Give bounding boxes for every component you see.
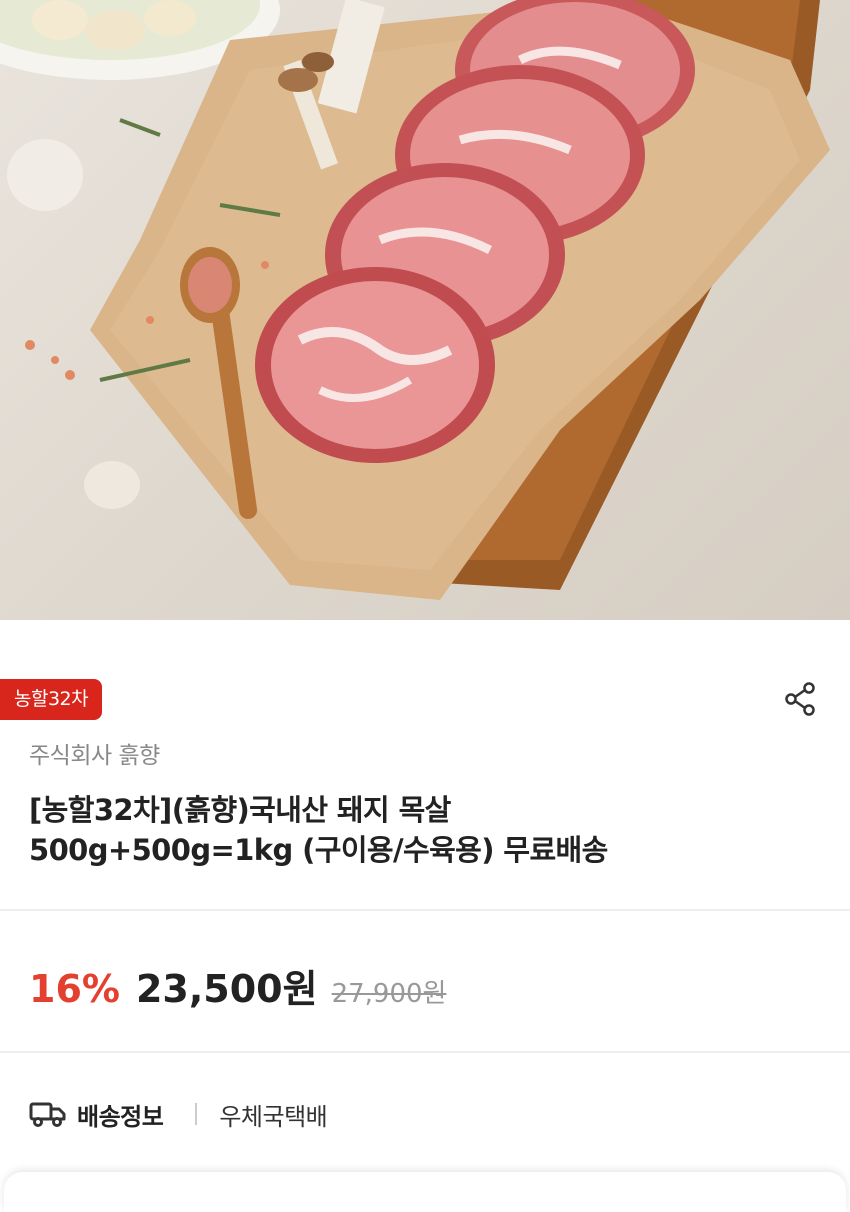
share-icon xyxy=(785,682,815,716)
shipping-label: 배송정보 xyxy=(77,1102,164,1131)
promo-badge: 농할32차 xyxy=(0,679,103,720)
divider xyxy=(0,909,850,911)
discount-rate: 16% xyxy=(29,967,120,1011)
shipping-info: 배송정보 우체국택배 xyxy=(29,1094,328,1134)
shipping-carrier: 우체국택배 xyxy=(219,1102,328,1131)
divider xyxy=(0,1051,850,1053)
share-button[interactable] xyxy=(782,680,820,718)
seller-name[interactable]: 주식회사 흙향 xyxy=(29,736,160,770)
price-row: 16% 23,500원 27,900원 xyxy=(29,958,447,1011)
product-title-line1: [농할32차](흙향)국내산 돼지 목살 xyxy=(29,793,451,827)
sale-price: 23,500원 xyxy=(135,967,318,1011)
original-price: 27,900원 xyxy=(331,979,447,1009)
separator xyxy=(195,1103,198,1125)
product-photo xyxy=(0,0,830,600)
bottom-panel xyxy=(4,1172,846,1212)
product-title-line2: 500g+500g=1kg (구이용/수육용) 무료배송 xyxy=(29,833,608,867)
product-image[interactable] xyxy=(0,0,850,620)
truck-icon xyxy=(29,1102,66,1127)
product-title: [농할32차](흙향)국내산 돼지 목살 500g+500g=1kg (구이용/… xyxy=(29,790,819,870)
